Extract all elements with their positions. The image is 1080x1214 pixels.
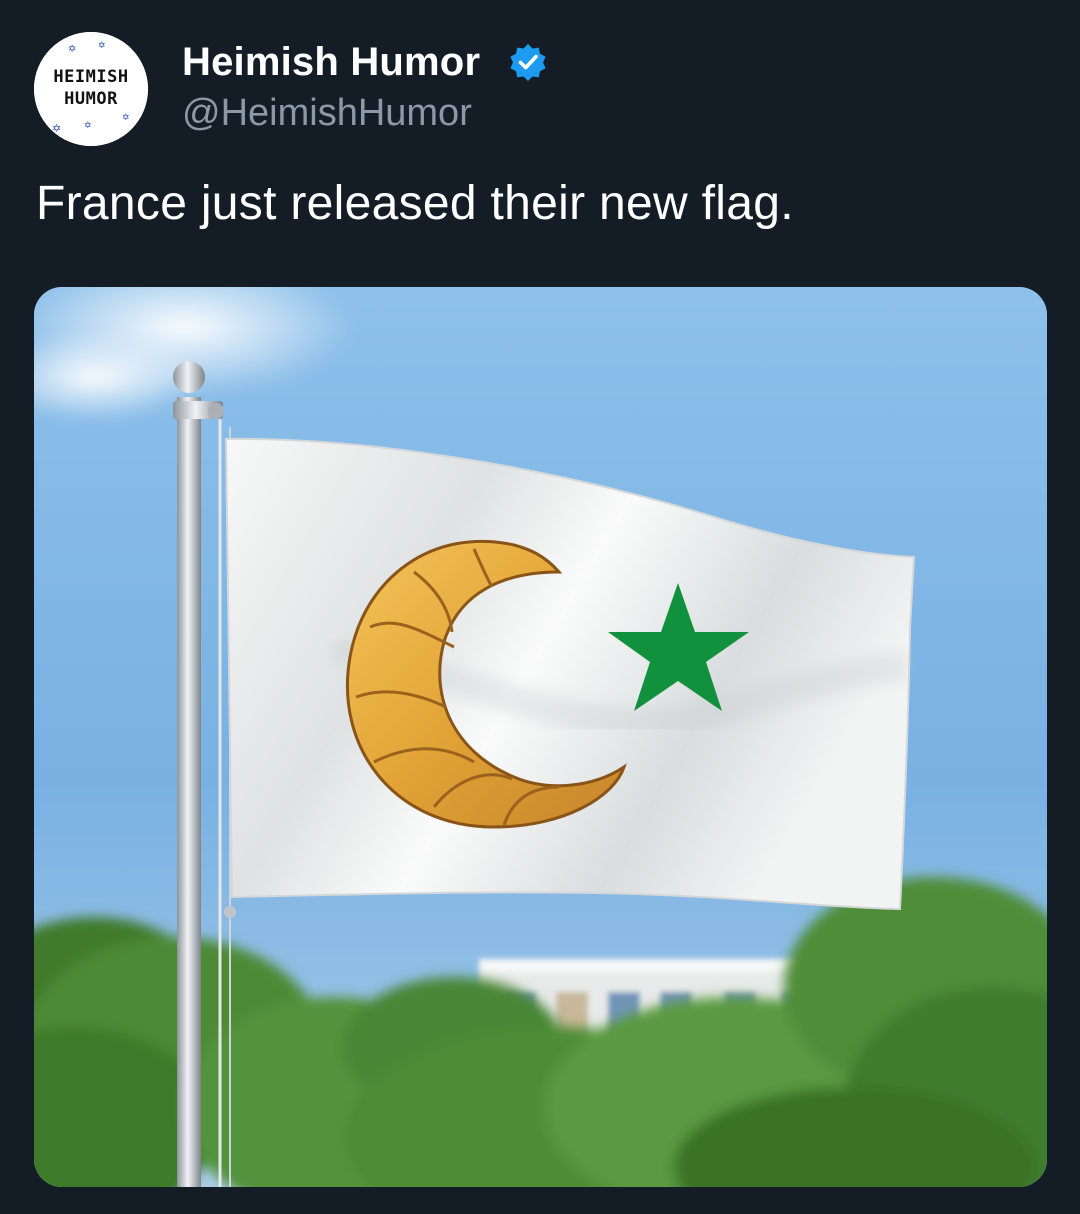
tweet-media-image[interactable] xyxy=(34,287,1047,1187)
flag-photo-icon xyxy=(34,287,1047,1187)
avatar-line-1: HEIMISH xyxy=(53,67,128,87)
avatar-line-2: HUMOR xyxy=(64,89,118,109)
svg-text:✡: ✡ xyxy=(98,41,106,51)
svg-text:✡: ✡ xyxy=(68,44,76,55)
display-name[interactable]: Heimish Humor xyxy=(182,40,480,85)
user-handle[interactable]: @HeimishHumor xyxy=(182,92,472,135)
verified-badge-icon xyxy=(510,44,546,81)
svg-text:✡: ✡ xyxy=(84,121,92,131)
svg-text:✡: ✡ xyxy=(122,113,130,123)
svg-text:✡: ✡ xyxy=(52,122,61,135)
tweet-card: ✡ ✡ ✡ ✡ ✡ HEIMISH HUMOR Heimish Humor @H… xyxy=(0,0,1080,1214)
avatar[interactable]: ✡ ✡ ✡ ✡ ✡ HEIMISH HUMOR xyxy=(34,32,148,146)
tweet-text: France just released their new flag. xyxy=(36,177,794,230)
avatar-logo-icon: ✡ ✡ ✡ ✡ ✡ HEIMISH HUMOR xyxy=(34,32,148,146)
